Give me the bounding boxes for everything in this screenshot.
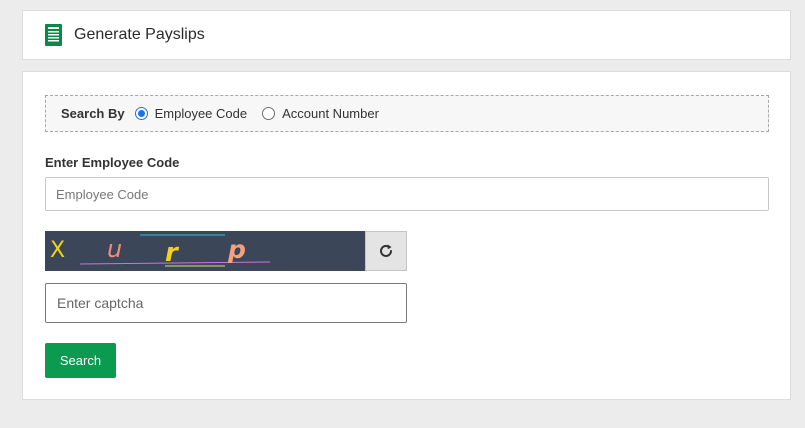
- search-by-label: Search By: [61, 106, 125, 121]
- radio-account-number-button[interactable]: [262, 107, 276, 120]
- radio-employee-code[interactable]: Employee Code: [134, 106, 248, 121]
- document-icon: [45, 24, 62, 46]
- search-button[interactable]: Search: [45, 343, 116, 378]
- captcha-char-3: r: [165, 238, 180, 268]
- radio-account-number[interactable]: Account Number: [262, 106, 379, 121]
- captcha-char-4: p: [227, 235, 246, 264]
- captcha-graphic: X u r p: [50, 234, 271, 268]
- search-by-group: Search By Employee Code Account Number: [45, 95, 769, 132]
- radio-account-number-label: Account Number: [282, 106, 379, 121]
- radio-employee-code-button[interactable]: [134, 107, 148, 120]
- captcha-image: X u r p: [45, 231, 365, 271]
- page-title: Generate Payslips: [74, 26, 205, 43]
- employee-code-input[interactable]: [45, 177, 769, 211]
- form-card: Search By Employee Code Account Number E…: [22, 71, 791, 400]
- captcha-input[interactable]: [45, 283, 407, 323]
- captcha-refresh-button[interactable]: [365, 231, 407, 271]
- header-card: Generate Payslips: [22, 10, 791, 60]
- radio-employee-code-label: Employee Code: [154, 106, 248, 121]
- employee-code-label: Enter Employee Code: [45, 155, 180, 170]
- captcha-char-2: u: [107, 235, 122, 263]
- captcha-char-1: X: [50, 238, 65, 263]
- refresh-icon: [380, 244, 392, 257]
- page-header: Generate Payslips: [45, 24, 205, 46]
